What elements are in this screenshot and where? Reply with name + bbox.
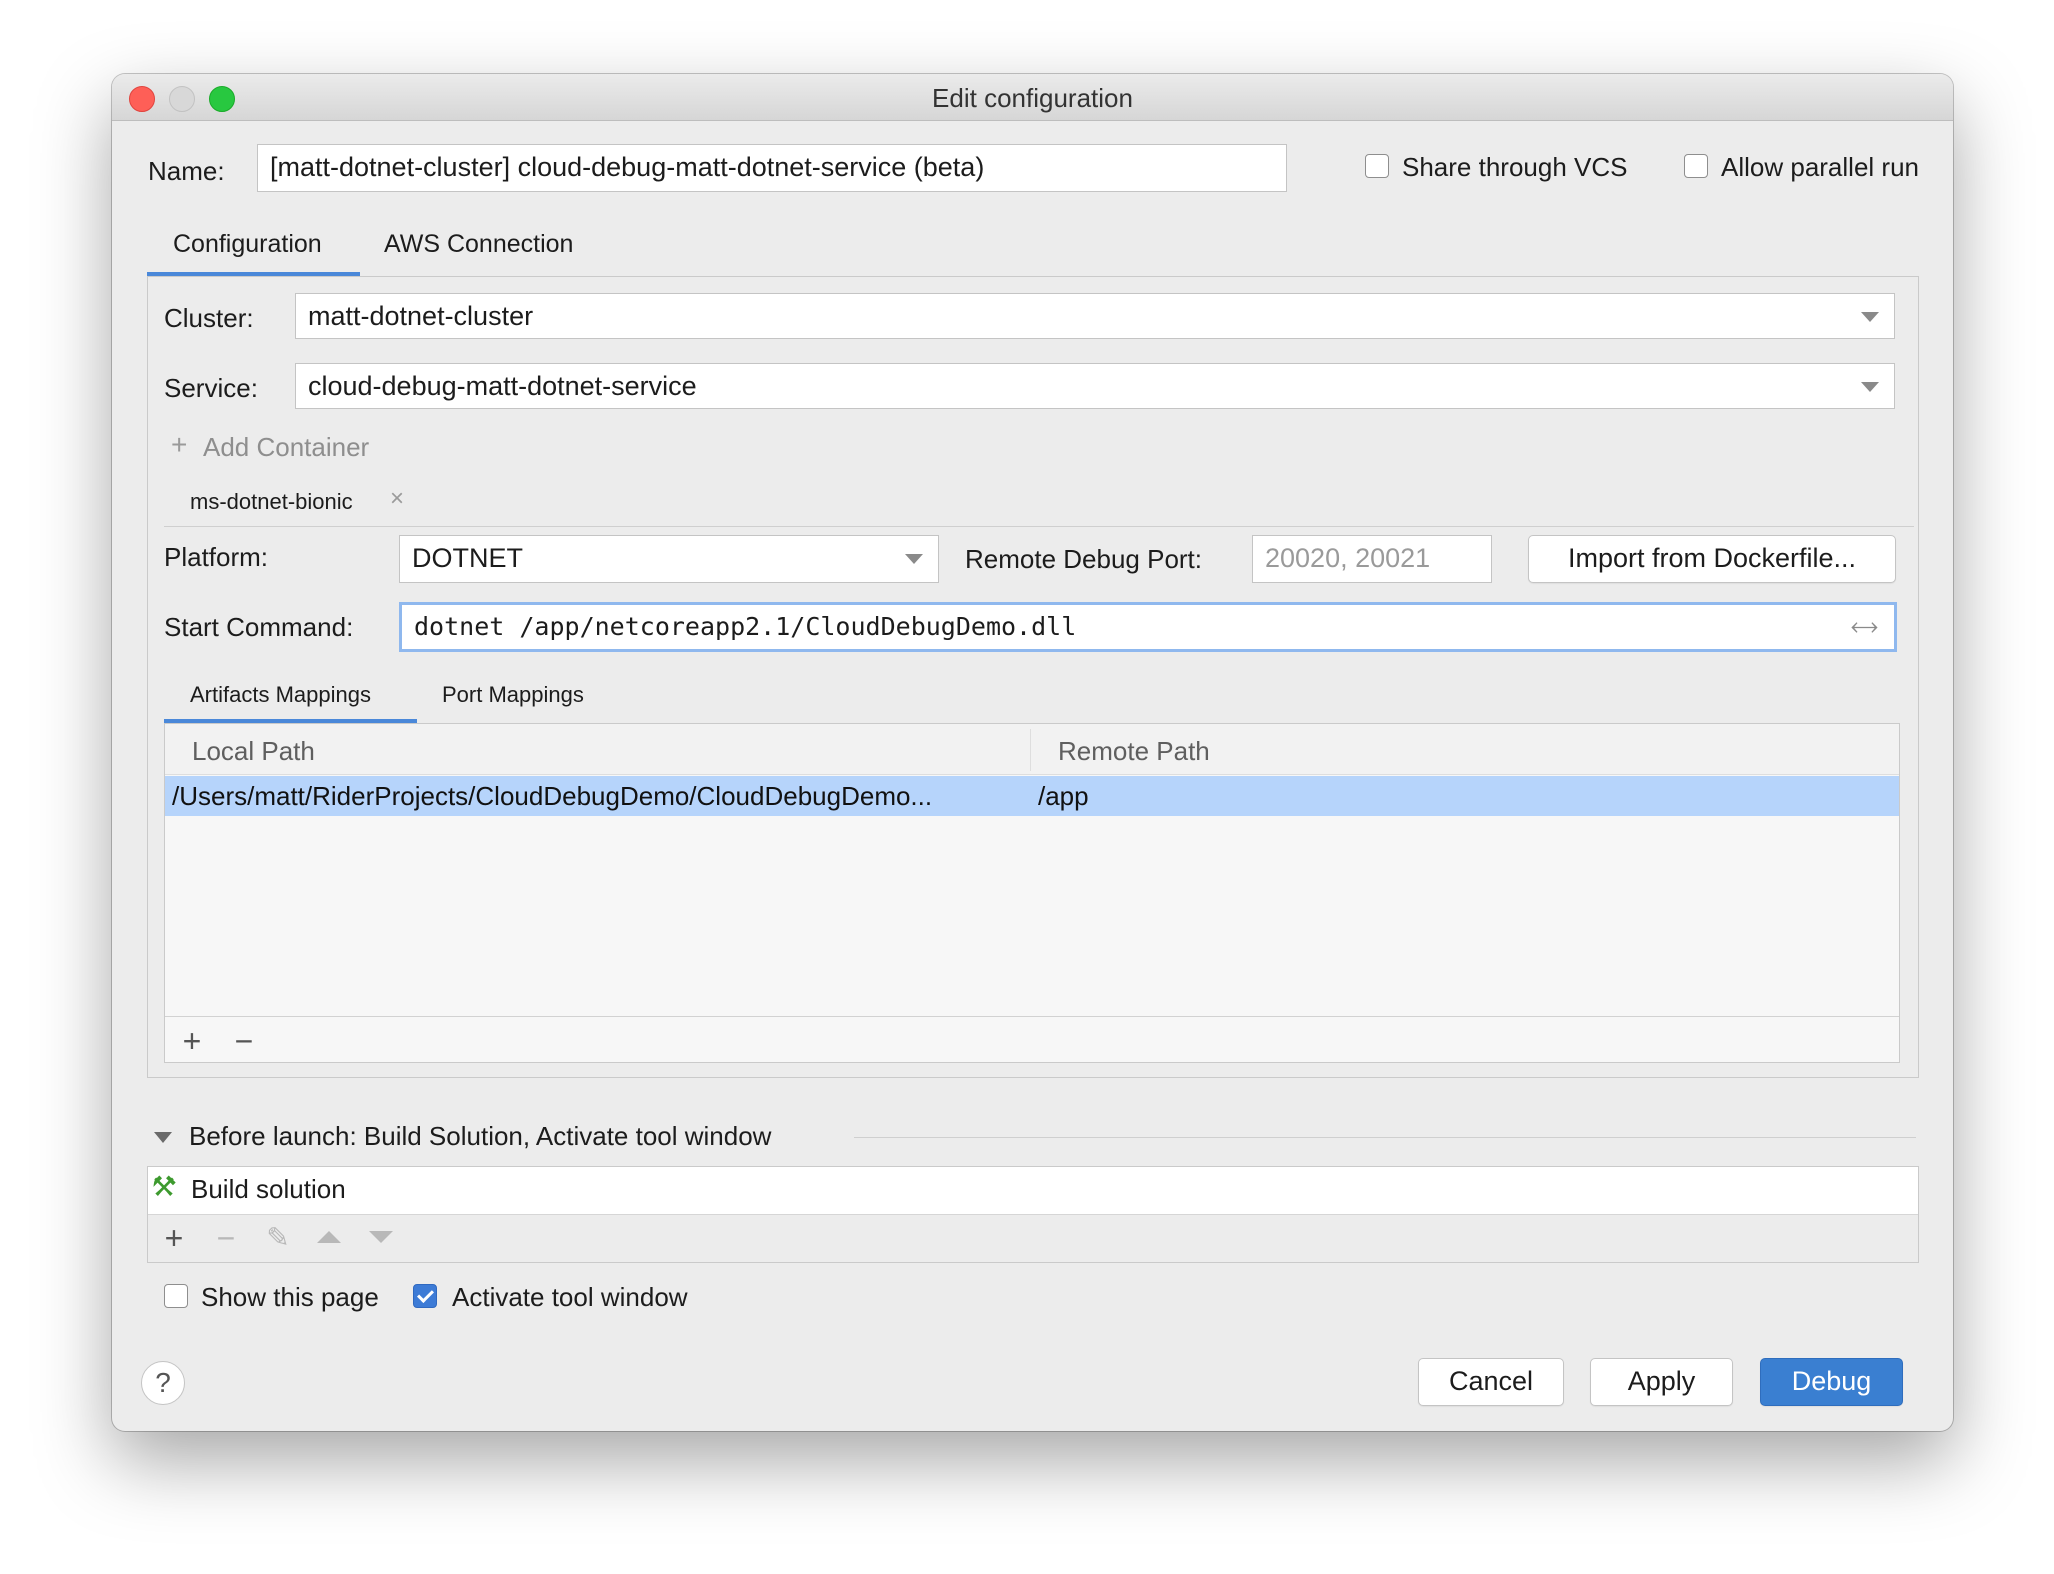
start-command-label: Start Command:	[164, 612, 354, 642]
start-command-input[interactable]: dotnet /app/netcoreapp2.1/CloudDebugDemo…	[399, 602, 1897, 652]
remove-mapping-button[interactable]: −	[229, 1025, 259, 1057]
column-divider	[1030, 729, 1031, 771]
move-up-icon[interactable]	[317, 1231, 341, 1243]
cluster-value: matt-dotnet-cluster	[308, 301, 534, 331]
list-item[interactable]	[148, 1167, 1918, 1215]
tab-aws-connection[interactable]: AWS Connection	[384, 230, 573, 259]
column-local-path[interactable]: Local Path	[192, 736, 315, 767]
container-tab[interactable]: ms-dotnet-bionic	[190, 489, 353, 515]
allow-parallel-checkbox[interactable]	[1684, 154, 1708, 178]
service-chevron-down-icon	[1861, 382, 1879, 392]
container-divider	[164, 526, 1914, 527]
debug-button[interactable]: Debug	[1760, 1358, 1903, 1406]
cancel-button[interactable]: Cancel	[1418, 1358, 1564, 1406]
table-header-row	[165, 724, 1899, 775]
hammer-icon: ⚒	[152, 1171, 178, 1202]
platform-value: DOTNET	[412, 543, 523, 573]
service-value: cloud-debug-matt-dotnet-service	[308, 371, 697, 401]
service-label: Service:	[164, 373, 258, 403]
before-launch-header[interactable]: Before launch: Build Solution, Activate …	[189, 1121, 771, 1152]
edit-configuration-dialog: Edit configuration Name: [matt-dotnet-cl…	[112, 74, 1953, 1431]
table-toolbar-divider	[165, 1016, 1899, 1017]
activate-tool-window-checkbox[interactable]	[413, 1284, 437, 1308]
platform-dropdown[interactable]: DOTNET	[399, 535, 939, 583]
help-button[interactable]: ?	[141, 1361, 185, 1405]
apply-button[interactable]: Apply	[1590, 1358, 1733, 1406]
close-container-icon[interactable]: ×	[390, 485, 404, 513]
tab-artifacts-mappings[interactable]: Artifacts Mappings	[190, 682, 371, 708]
cluster-chevron-down-icon	[1861, 312, 1879, 322]
share-vcs-checkbox[interactable]	[1365, 154, 1389, 178]
before-launch-divider	[854, 1137, 1916, 1138]
tab-port-mappings[interactable]: Port Mappings	[442, 682, 584, 708]
collapse-triangle-icon[interactable]	[154, 1132, 172, 1143]
add-container-button[interactable]: Add Container	[203, 432, 369, 463]
column-remote-path[interactable]: Remote Path	[1058, 736, 1210, 767]
cluster-dropdown[interactable]: matt-dotnet-cluster	[295, 293, 1895, 339]
add-task-button[interactable]: +	[159, 1222, 189, 1254]
local-path-cell: /Users/matt/RiderProjects/CloudDebugDemo…	[172, 781, 933, 811]
remote-debug-port-input[interactable]: 20020, 20021	[1252, 535, 1492, 583]
title-bar: Edit configuration	[112, 74, 1953, 121]
activate-tool-window-label: Activate tool window	[452, 1282, 688, 1312]
remote-debug-port-label: Remote Debug Port:	[965, 544, 1203, 574]
edit-pencil-icon[interactable]: ✎	[263, 1222, 293, 1254]
service-dropdown[interactable]: cloud-debug-matt-dotnet-service	[295, 363, 1895, 409]
import-from-dockerfile-button[interactable]: Import from Dockerfile...	[1528, 535, 1896, 583]
plus-icon: +	[171, 429, 188, 460]
remove-task-button[interactable]: −	[211, 1222, 241, 1254]
tab-configuration[interactable]: Configuration	[173, 230, 322, 259]
cluster-label: Cluster:	[164, 303, 254, 333]
build-solution-label: Build solution	[191, 1174, 346, 1204]
remote-path-cell: /app	[1038, 781, 1089, 811]
allow-parallel-label: Allow parallel run	[1721, 152, 1919, 182]
move-down-icon[interactable]	[369, 1231, 393, 1243]
window-title: Edit configuration	[932, 83, 1133, 113]
name-label: Name:	[148, 156, 225, 186]
share-vcs-label: Share through VCS	[1402, 152, 1628, 182]
show-this-page-label: Show this page	[201, 1282, 379, 1312]
show-this-page-checkbox[interactable]	[164, 1284, 188, 1308]
name-input[interactable]: [matt-dotnet-cluster] cloud-debug-matt-d…	[257, 144, 1287, 192]
platform-label: Platform:	[164, 542, 269, 572]
platform-chevron-down-icon	[905, 554, 923, 564]
add-mapping-button[interactable]: +	[177, 1025, 207, 1057]
